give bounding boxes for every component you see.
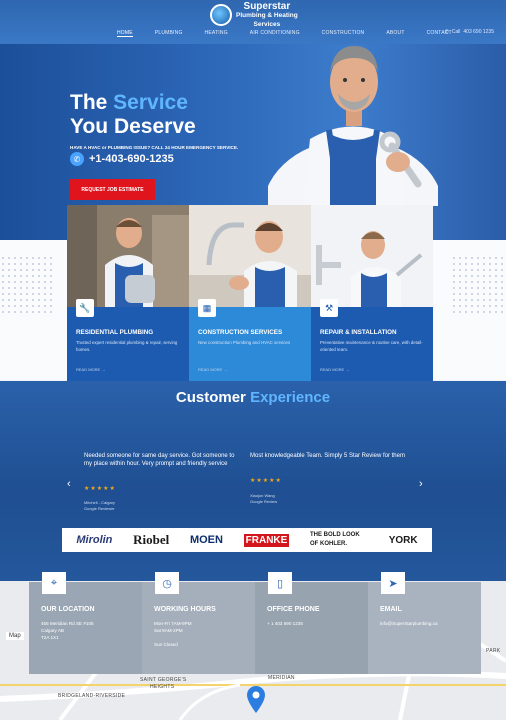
call-number: 403 690 1235 bbox=[463, 29, 494, 35]
hero-phone-number: +1-403-690-1235 bbox=[89, 153, 174, 165]
logo-icon bbox=[210, 4, 232, 26]
nav-heating[interactable]: HEATING bbox=[205, 30, 228, 37]
logo-line-3: Services bbox=[253, 20, 281, 28]
read-more-link[interactable]: READ MORE → bbox=[198, 367, 227, 372]
nav-about[interactable]: ABOUT bbox=[386, 30, 404, 37]
card-text: + 1 403 690 1235 bbox=[267, 620, 303, 627]
service-title: CONSTRUCTION SERVICES bbox=[198, 329, 283, 336]
main-nav: HOME PLUMBING HEATING AIR CONDITIONING C… bbox=[117, 30, 452, 37]
call-label: Call bbox=[451, 29, 461, 35]
brand-york-logo: YORK bbox=[388, 534, 418, 546]
hero-title: The Service You Deserve bbox=[70, 91, 196, 138]
brand-riobel-logo: Riobel bbox=[133, 532, 170, 547]
testimonial-quote: Needed someone for same day service. Got… bbox=[84, 453, 235, 467]
service-description: Preventative maintenance & routine care,… bbox=[320, 340, 423, 352]
hero-phone[interactable]: ✆ +1-403-690-1235 bbox=[70, 152, 174, 166]
hero-title-highlight: Service bbox=[113, 91, 188, 114]
hero-subtitle: HAVE A HVAC or PLUMBING ISSUE? CALL 24 H… bbox=[70, 145, 239, 150]
header-call[interactable]: ✆ Call 403 690 1235 bbox=[445, 29, 494, 35]
brand-franke-logo: FRANKE bbox=[243, 533, 290, 547]
phone-icon: ✆ bbox=[444, 29, 449, 35]
site-logo[interactable]: Superstar Plumbing & Heating Services bbox=[210, 0, 300, 28]
service-card-residential[interactable]: 🔧 RESIDENTIAL PLUMBING Trusted expert re… bbox=[67, 205, 189, 381]
building-icon: ▦ bbox=[198, 299, 216, 317]
read-more-link[interactable]: READ MORE → bbox=[76, 367, 105, 372]
contact-cards: ⌖ OUR LOCATION 455 Meridian Rd SE #105 C… bbox=[29, 572, 481, 674]
map-pin-icon[interactable] bbox=[245, 684, 267, 714]
send-icon: ➤ bbox=[381, 572, 405, 594]
map-label-bridgeland: BRIDGELAND-RIVERSIDE bbox=[58, 693, 126, 699]
clock-icon: ◷ bbox=[155, 572, 179, 594]
dot-pattern-right bbox=[451, 255, 506, 315]
map-label-heights: HEIGHTS bbox=[150, 684, 175, 690]
card-title: EMAIL bbox=[380, 606, 402, 613]
map-label-park: PARK bbox=[486, 648, 501, 654]
testimonial-author: Xiaojun Wang Google Review bbox=[250, 493, 278, 504]
service-photo bbox=[189, 205, 311, 307]
contact-card-email: ➤ EMAIL info@SuperStarplumbing.ca bbox=[368, 572, 481, 674]
phone-icon: ▯ bbox=[268, 572, 292, 594]
email-link[interactable]: info@SuperStarplumbing.ca bbox=[380, 620, 438, 627]
service-card-construction[interactable]: ▦ CONSTRUCTION SERVICES New construction… bbox=[189, 205, 311, 381]
brand-moen-logo: MOEN bbox=[189, 534, 223, 546]
read-more-link[interactable]: READ MORE → bbox=[320, 367, 349, 372]
office-phone-link[interactable]: + 1 403 690 1235 bbox=[267, 620, 303, 627]
map-label-meridian: MERIDIAN bbox=[268, 675, 295, 681]
services-row: 🔧 RESIDENTIAL PLUMBING Trusted expert re… bbox=[67, 205, 433, 381]
request-estimate-button[interactable]: REQUEST JOB ESTIMATE bbox=[70, 179, 155, 200]
tools-icon: ⚒ bbox=[320, 299, 338, 317]
testimonial-quote: Most knowledgeable Team. Simply 5 Star R… bbox=[250, 453, 405, 459]
carousel-prev-button[interactable]: ‹ bbox=[67, 478, 71, 490]
map-type-toggle[interactable]: Map bbox=[6, 632, 24, 640]
brand-mirolin-logo: Mirolin bbox=[76, 534, 113, 546]
page: Superstar Plumbing & Heating Services HO… bbox=[0, 0, 506, 720]
card-title: OFFICE PHONE bbox=[267, 606, 320, 613]
contact-card-hours: ◷ WORKING HOURS Mon-Fri 7AM-9PM Sat 9AM-… bbox=[142, 572, 255, 674]
card-text: info@SuperStarplumbing.ca bbox=[380, 620, 438, 627]
dot-pattern-left bbox=[0, 255, 55, 315]
service-photo bbox=[67, 205, 189, 307]
card-text: Mon-Fri 7AM-9PM Sat 9AM-2PM Sun Closed bbox=[154, 621, 192, 647]
logo-line-1: Superstar bbox=[243, 0, 291, 12]
testimonials-title: Customer Experience bbox=[175, 389, 331, 406]
brand-logos: Mirolin Riobel MOEN FRANKE THE BOLD LOOK… bbox=[62, 528, 432, 552]
wrench-icon: 🔧 bbox=[76, 299, 94, 317]
contact-card-location: ⌖ OUR LOCATION 455 Meridian Rd SE #105 C… bbox=[29, 572, 142, 674]
hero-title-line2: You Deserve bbox=[70, 115, 196, 138]
rating-stars: ★★★★★ bbox=[84, 486, 116, 492]
nav-air-conditioning[interactable]: AIR CONDITIONING bbox=[250, 30, 300, 37]
service-card-repair[interactable]: ⚒ REPAIR & INSTALLATION Preventative mai… bbox=[311, 205, 433, 381]
location-icon: ⌖ bbox=[42, 572, 66, 594]
card-title: OUR LOCATION bbox=[41, 606, 95, 613]
logo-line-2: Plumbing & Heating bbox=[236, 11, 298, 19]
testimonial-author: Mitchell - Calgary Google Reviewer bbox=[84, 500, 115, 511]
plumber-hero-image bbox=[268, 46, 438, 206]
nav-construction[interactable]: CONSTRUCTION bbox=[322, 30, 365, 37]
brand-kohler-logo: THE BOLD LOOK OF KOHLER. bbox=[310, 532, 360, 547]
nav-plumbing[interactable]: PLUMBING bbox=[155, 30, 183, 37]
card-title: WORKING HOURS bbox=[154, 606, 216, 613]
nav-home[interactable]: HOME bbox=[117, 30, 133, 37]
card-text: 455 Meridian Rd SE #105 Calgary AB T2A 1… bbox=[41, 621, 94, 640]
service-photo bbox=[311, 205, 433, 307]
service-description: New construction Plumbing and HVAC servi… bbox=[198, 340, 291, 345]
site-header: Superstar Plumbing & Heating Services HO… bbox=[0, 0, 506, 44]
rating-stars: ★★★★★ bbox=[250, 478, 282, 484]
map-label-saint-georges: SAINT GEORGE'S bbox=[140, 677, 187, 683]
service-title: REPAIR & INSTALLATION bbox=[320, 329, 397, 336]
service-title: RESIDENTIAL PLUMBING bbox=[76, 329, 154, 336]
service-description: Trusted expert residential plumbing & re… bbox=[76, 340, 178, 352]
phone-icon: ✆ bbox=[70, 152, 84, 166]
carousel-next-button[interactable]: › bbox=[419, 478, 423, 490]
contact-card-phone: ▯ OFFICE PHONE + 1 403 690 1235 bbox=[255, 572, 368, 674]
